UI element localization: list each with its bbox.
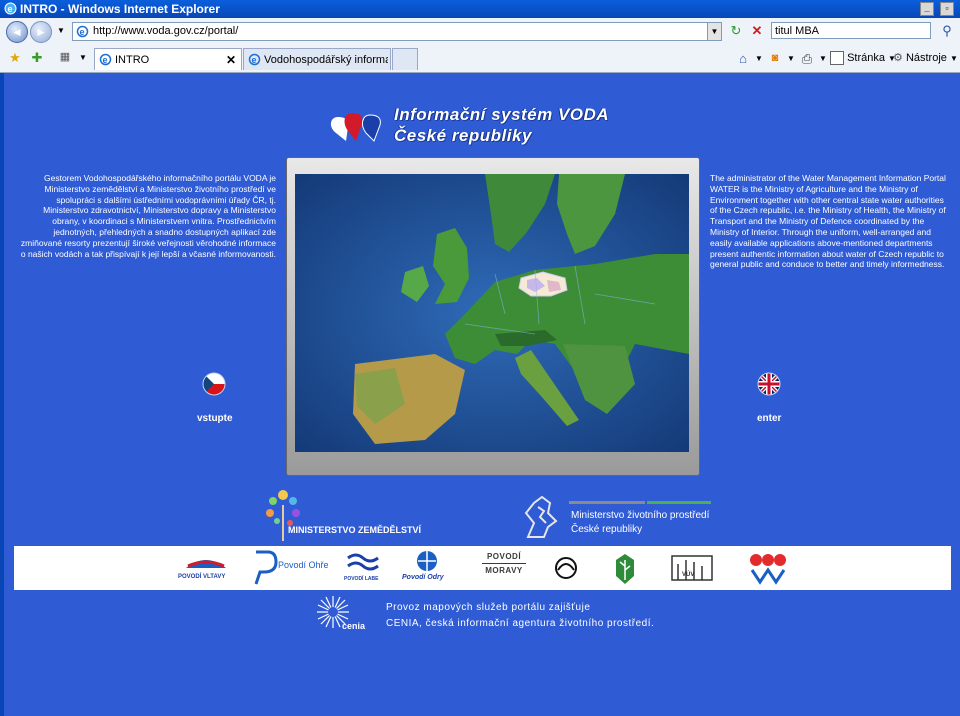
footer-line1: Provoz mapových služeb portálu zajišťuje bbox=[386, 602, 591, 613]
cenia-name: cenia bbox=[342, 621, 366, 631]
europe-map-image bbox=[295, 174, 689, 452]
forward-arrow-icon: ► bbox=[35, 25, 47, 39]
labe-wave-icon bbox=[347, 553, 379, 571]
tab-vodohospodarsky[interactable]: e Vodohospodářský informační... bbox=[243, 48, 391, 70]
ie-page-icon: e bbox=[99, 53, 112, 66]
quick-tabs-icon[interactable]: ▦ bbox=[56, 49, 74, 66]
mzp-bar-green bbox=[647, 501, 711, 504]
ohre-icon bbox=[254, 550, 278, 585]
page-content: Informační systém VODA České republiky G… bbox=[4, 73, 960, 716]
svg-text:e: e bbox=[252, 55, 257, 65]
czech-lion-icon[interactable] bbox=[518, 493, 564, 541]
svg-text:e: e bbox=[103, 55, 108, 65]
ministry-environment-line1: Ministerstvo životního prostředí bbox=[571, 510, 710, 521]
partner-logos-strip: POVODÍ VLTAVY Povodí Ohře POVODÍ LABE Po… bbox=[14, 546, 951, 590]
minimize-button[interactable]: _ bbox=[920, 2, 934, 16]
page-menu-label: Stránka bbox=[847, 52, 885, 64]
footer-text: Provoz mapových služeb portálu zajišťuje… bbox=[386, 600, 654, 632]
add-favorite-icon[interactable]: ✚ bbox=[28, 49, 46, 66]
vuv-logo[interactable]: VÚV bbox=[670, 546, 716, 590]
tab-label: INTRO bbox=[115, 54, 150, 66]
partner-label: VÚV bbox=[682, 572, 695, 578]
svg-text:e: e bbox=[80, 27, 85, 37]
history-dropdown[interactable]: ▼ bbox=[52, 22, 70, 39]
europe-map-frame bbox=[286, 157, 700, 476]
back-button[interactable]: ◄ bbox=[6, 21, 28, 43]
window-title-bar: e INTRO - Windows Internet Explorer _ ▫ bbox=[0, 0, 960, 18]
partner-label: MORAVY bbox=[485, 566, 523, 575]
ministry-environment-label[interactable]: Ministerstvo životního prostředí České r… bbox=[571, 509, 709, 537]
address-url: http://www.voda.gov.cz/portal/ bbox=[93, 25, 239, 37]
europe-map[interactable] bbox=[295, 174, 689, 452]
tools-menu-label: Nástroje bbox=[905, 52, 947, 64]
povodi-ohre-logo[interactable]: Povodí Ohře bbox=[250, 546, 330, 590]
window-left-border bbox=[0, 73, 4, 716]
intro-text-cz: Gestorem Vodohospodářského informačního … bbox=[20, 173, 276, 259]
ie-page-icon: e bbox=[248, 53, 261, 66]
tab-intro[interactable]: e INTRO ✕ bbox=[94, 48, 242, 70]
partner-label: POVODÍ VLTAVY bbox=[178, 574, 226, 580]
window-title: INTRO - Windows Internet Explorer bbox=[20, 2, 220, 16]
page-icon: e bbox=[76, 25, 89, 38]
povodi-vltavy-logo[interactable]: POVODÍ VLTAVY bbox=[176, 546, 236, 590]
refresh-icon[interactable]: ↻ bbox=[727, 22, 745, 39]
portal-title-line1: Informační systém VODA bbox=[394, 105, 610, 124]
voda-logo-icon bbox=[330, 113, 381, 142]
povodi-labe-logo[interactable]: POVODÍ LABE bbox=[344, 546, 384, 590]
tab-list-dropdown[interactable]: ▼ bbox=[74, 49, 92, 66]
stop-icon[interactable]: ✕ bbox=[748, 22, 766, 39]
new-tab-button[interactable] bbox=[392, 48, 418, 70]
ministry-agriculture-label[interactable]: MINISTERSTVO ZEMĚDĚLSTVÍ bbox=[288, 525, 421, 535]
footer-line2: CENIA, česká informační agentura životní… bbox=[386, 618, 655, 629]
page-menu[interactable]: Stránka ▼ bbox=[830, 50, 896, 67]
search-input[interactable]: titul MBA bbox=[771, 22, 931, 39]
ministry-environment-line2: České republiky bbox=[571, 524, 643, 535]
tab-label: Vodohospodářský informační... bbox=[264, 54, 388, 66]
page-icon bbox=[830, 51, 844, 66]
favorites-star-icon[interactable]: ★ bbox=[6, 49, 24, 66]
address-field[interactable]: e http://www.voda.gov.cz/portal/ bbox=[72, 22, 722, 41]
svg-text:e: e bbox=[8, 4, 13, 14]
divider bbox=[482, 563, 526, 564]
gear-icon: ⚙ bbox=[893, 52, 903, 64]
chevron-down-icon: ▼ bbox=[949, 54, 958, 63]
povodi-moravy-logo[interactable]: POVODÍ MORAVY bbox=[480, 546, 528, 590]
maximize-button[interactable]: ▫ bbox=[940, 2, 954, 16]
povodi-odry-logo[interactable]: Povodí Odry bbox=[400, 546, 460, 590]
partner-label: POVODÍ bbox=[486, 552, 522, 561]
ie-icon: e bbox=[4, 2, 17, 15]
plant-emblem-logo[interactable] bbox=[614, 546, 636, 590]
vuv-building-icon bbox=[671, 555, 713, 581]
partner-label: POVODÍ LABE bbox=[344, 576, 379, 582]
close-tab-icon[interactable]: ✕ bbox=[226, 49, 236, 71]
search-value: titul MBA bbox=[775, 25, 820, 37]
red-blue-circles-logo[interactable] bbox=[744, 546, 790, 590]
search-icon[interactable]: ⚲ bbox=[938, 22, 956, 39]
tab-bar: ★ ✚ ▦ ▼ e INTRO ✕ e Vodohospodářský info… bbox=[0, 45, 960, 73]
portal-title-line2: České republiky bbox=[394, 126, 532, 145]
odry-globe-icon bbox=[417, 551, 437, 571]
partner-label: Povodí Ohře bbox=[278, 560, 329, 570]
address-toolbar: ◄ ► ▼ e http://www.voda.gov.cz/portal/ ▼… bbox=[0, 18, 960, 46]
intro-text-en: The administrator of the Water Managemen… bbox=[710, 173, 946, 270]
tools-menu[interactable]: ⚙ Nástroje ▼ bbox=[893, 50, 958, 67]
partner-label: Povodí Odry bbox=[402, 574, 444, 581]
back-arrow-icon: ◄ bbox=[11, 25, 23, 39]
enter-cz-link[interactable]: vstupte bbox=[197, 413, 233, 424]
uk-flag-icon[interactable] bbox=[757, 372, 781, 396]
mzp-bar-gray bbox=[569, 501, 645, 504]
address-dropdown[interactable]: ▼ bbox=[707, 22, 722, 41]
round-emblem-logo[interactable] bbox=[554, 546, 578, 590]
portal-title: Informační systém VODA České republiky bbox=[394, 104, 609, 146]
wave-icon bbox=[186, 560, 226, 568]
enter-en-link[interactable]: enter bbox=[757, 413, 781, 424]
czech-flag-icon[interactable] bbox=[202, 372, 226, 396]
forward-button[interactable]: ► bbox=[30, 21, 52, 43]
